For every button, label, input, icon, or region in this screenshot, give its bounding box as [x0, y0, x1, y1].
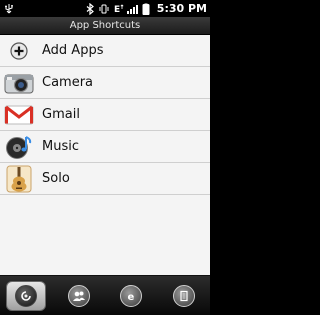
guitar-icon	[4, 165, 34, 192]
list-item-label: Add Apps	[42, 43, 104, 58]
list-item-camera[interactable]: Camera	[0, 67, 210, 99]
list-item-add-apps[interactable]: Add Apps	[0, 35, 210, 67]
list-item-label: Camera	[42, 75, 94, 90]
bottom-tab-bar: e	[0, 275, 210, 315]
list-item-label: Solo	[42, 171, 70, 186]
gmail-icon	[4, 102, 34, 128]
status-time: 5:30 PM	[156, 2, 207, 15]
list-item-label: Music	[42, 139, 79, 154]
bookmarks-tab-icon	[172, 284, 195, 307]
people-tab-icon	[67, 284, 90, 307]
tab-browser[interactable]: e	[111, 281, 151, 311]
signal-icon	[126, 4, 138, 14]
bluetooth-icon	[86, 2, 94, 15]
app-shortcuts-tab-icon	[15, 284, 38, 307]
list-item-music[interactable]: Music	[0, 131, 210, 163]
svg-text:e: e	[128, 292, 135, 302]
tab-people[interactable]	[59, 281, 99, 311]
browser-tab-icon: e	[120, 284, 143, 307]
shortcut-list: Add Apps Camera Gmail Music Solo	[0, 35, 210, 275]
list-item-gmail[interactable]: Gmail	[0, 99, 210, 131]
list-empty-area	[0, 195, 210, 275]
music-icon	[4, 134, 34, 160]
battery-icon	[142, 3, 150, 15]
tab-bookmarks[interactable]	[164, 281, 204, 311]
tab-app-shortcuts[interactable]	[6, 280, 47, 311]
page-title: App Shortcuts	[0, 17, 210, 35]
add-icon	[4, 38, 34, 64]
usb-icon	[5, 3, 13, 13]
camera-icon	[4, 70, 34, 96]
vibrate-icon	[99, 4, 109, 13]
list-item-label: Gmail	[42, 107, 80, 122]
edge-data-icon: E	[114, 3, 124, 15]
list-item-solo[interactable]: Solo	[0, 163, 210, 195]
status-bar: E 5:30 PM	[0, 0, 210, 17]
svg-text:E: E	[114, 5, 120, 15]
